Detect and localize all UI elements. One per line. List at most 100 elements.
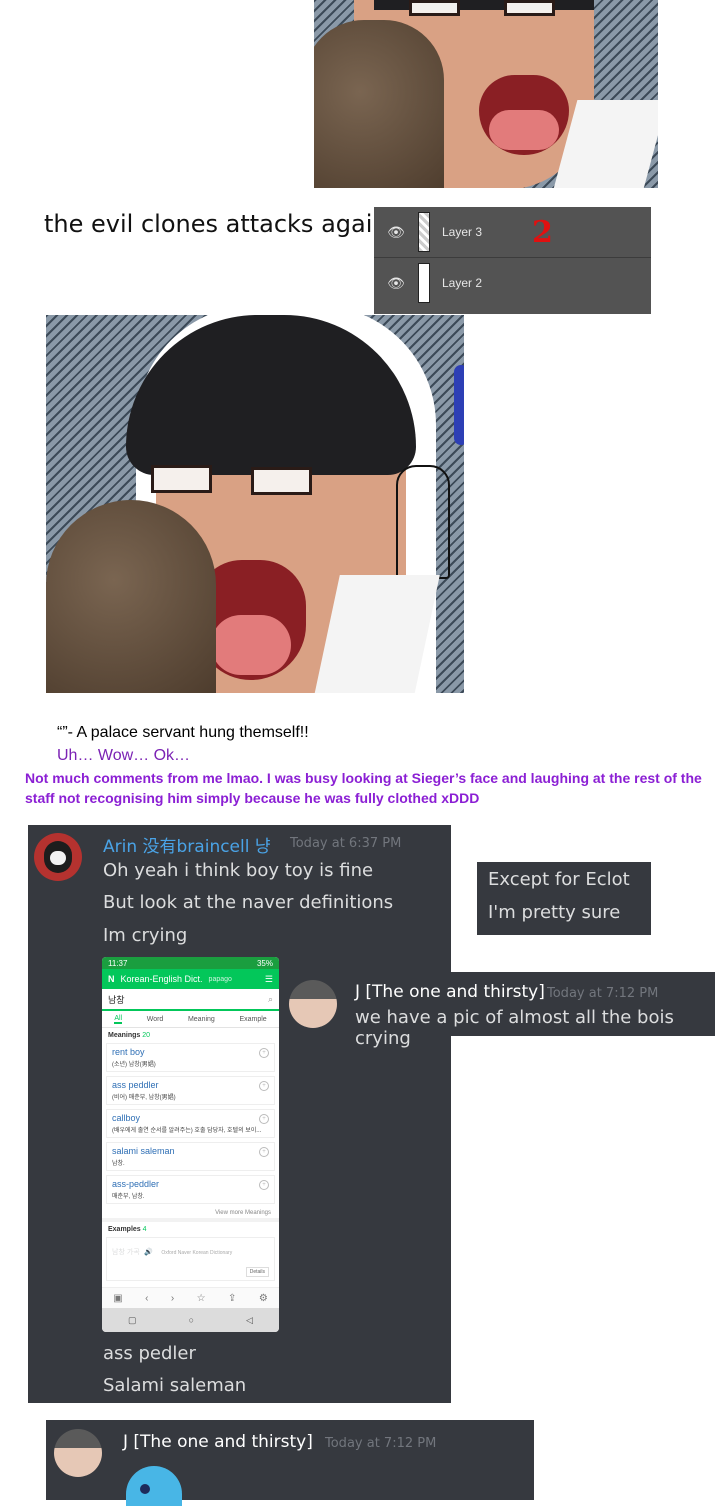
blue-creature-sticker xyxy=(126,1466,182,1506)
meaning-def: (비어) 매춘부, 남창(男娼) xyxy=(112,1095,176,1101)
comment-text: Not much comments from me lmao. I was bu… xyxy=(25,770,702,806)
meaning-def: 남창. xyxy=(112,1161,125,1167)
search-value: 남창 xyxy=(108,994,125,1005)
reaction-text: Uh… Wow… Ok… xyxy=(57,747,191,764)
search-input[interactable]: 남창 ⌕ xyxy=(102,989,279,1011)
meaning-item[interactable]: callboy (배우에게 출연 순서를 알려주는) 호출 담당자, 호텔의 보… xyxy=(106,1109,275,1138)
meaning-word[interactable]: salami saleman xyxy=(112,1146,269,1156)
tongue xyxy=(489,110,559,150)
avatar[interactable] xyxy=(34,833,82,881)
meaning-item[interactable]: rent boy (소년) 남창(男娼) + xyxy=(106,1043,275,1072)
view-more-link[interactable]: View more Meanings xyxy=(102,1208,279,1218)
naver-logo-icon: N xyxy=(108,974,115,984)
meaning-item[interactable]: salami saleman 남창. + xyxy=(106,1142,275,1171)
meaning-word[interactable]: ass peddler xyxy=(112,1080,269,1090)
meaning-word[interactable]: ass-peddler xyxy=(112,1179,269,1189)
share-icon[interactable]: ⇪ xyxy=(228,1293,236,1304)
eye-right xyxy=(251,467,312,495)
star-icon[interactable]: ☆ xyxy=(197,1293,206,1304)
add-icon[interactable]: + xyxy=(259,1081,269,1091)
tongue xyxy=(211,615,291,675)
layer-row[interactable]: 👁 Layer 3 2 xyxy=(374,207,651,258)
message-line: I'm pretty sure xyxy=(488,902,621,923)
message-line: But look at the naver definitions xyxy=(103,892,394,913)
sticker-eye xyxy=(140,1484,150,1494)
app-title: Korean-English Dict. xyxy=(120,974,203,984)
settings-icon[interactable]: ⚙ xyxy=(259,1293,268,1304)
discord-message-fragment: Except for Eclot I'm pretty sure xyxy=(477,862,651,935)
status-time: 11:37 xyxy=(108,958,128,968)
back-icon[interactable]: ‹ xyxy=(145,1293,148,1304)
username[interactable]: Arin 没有braincell 냥 xyxy=(103,832,271,857)
tab-bar: All Word Meaning Example xyxy=(102,1011,279,1028)
layer-thumbnail xyxy=(418,212,430,252)
message-line: we have a pic of almost all the bois cry… xyxy=(355,1007,674,1049)
eye-left xyxy=(409,0,460,16)
penguin-face xyxy=(50,851,66,865)
app-bar: N Korean-English Dict. papago ☰ xyxy=(102,969,279,989)
home-icon[interactable]: ○ xyxy=(189,1315,194,1325)
avatar[interactable] xyxy=(289,980,337,1028)
meaning-item[interactable]: ass-peddler 매춘부, 남창. + xyxy=(106,1175,275,1204)
layers-panel: 👁 Layer 3 2 👁 Layer 2 xyxy=(374,207,651,314)
discord-message-j-sticker: J [The one and thirsty] Today at 7:12 PM xyxy=(46,1420,534,1506)
eye-visibility-icon[interactable]: 👁 xyxy=(374,224,418,241)
add-icon[interactable]: + xyxy=(259,1048,269,1058)
example-item[interactable]: 남창 가곡 🔊 Oxford Naver Korean Dictionary D… xyxy=(106,1237,275,1281)
username[interactable]: J [The one and thirsty] xyxy=(355,982,545,1002)
tab-meaning[interactable]: Meaning xyxy=(188,1016,215,1023)
meaning-word[interactable]: rent boy xyxy=(112,1047,269,1057)
layer-row[interactable]: 👁 Layer 2 xyxy=(374,258,651,308)
comic-panel-main xyxy=(46,315,464,693)
avatar[interactable] xyxy=(54,1429,102,1477)
eye-left xyxy=(151,465,212,493)
status-battery: 35% xyxy=(256,958,273,968)
discord-message-j: J [The one and thirsty] Today at 7:12 PM… xyxy=(280,972,715,1049)
blue-shape xyxy=(454,365,464,445)
eye-visibility-icon[interactable]: 👁 xyxy=(374,275,418,292)
timestamp: Today at 7:12 PM xyxy=(325,1436,437,1451)
app-brand: papago xyxy=(208,975,232,983)
message-line: Im crying xyxy=(103,925,188,946)
meanings-count: 20 xyxy=(142,1032,151,1039)
details-button[interactable]: Details xyxy=(245,1267,269,1277)
add-icon[interactable]: + xyxy=(259,1180,269,1190)
speaker-icon[interactable]: 🔊 xyxy=(144,1249,153,1256)
back-nav-icon[interactable]: ◁ xyxy=(246,1315,253,1326)
tab-word[interactable]: Word xyxy=(147,1016,164,1023)
examples-title: Examples xyxy=(108,1226,141,1233)
browser-toolbar: ▣ ‹ › ☆ ⇪ ⚙ xyxy=(102,1287,279,1308)
layer-thumbnail xyxy=(418,263,430,303)
meaning-item[interactable]: ass peddler (비어) 매춘부, 남창(男娼) + xyxy=(106,1076,275,1105)
forward-icon[interactable]: › xyxy=(171,1293,174,1304)
message-line: Except for Eclot xyxy=(488,869,630,890)
meaning-def: (소년) 남창(男娼) xyxy=(112,1062,156,1068)
message-line: Salami saleman xyxy=(103,1375,247,1396)
phone-screenshot[interactable]: 11:37 35% N Korean-English Dict. papago … xyxy=(102,957,279,1332)
shoulder-blob xyxy=(314,20,444,188)
tab-all[interactable]: All xyxy=(114,1015,123,1024)
add-icon[interactable]: + xyxy=(259,1114,269,1124)
examples-count: 4 xyxy=(142,1226,147,1233)
search-icon[interactable]: ⌕ xyxy=(268,994,273,1005)
meaning-def: 매춘부, 남창. xyxy=(112,1194,145,1200)
caption-evil-clones: the evil clones attacks again xyxy=(44,210,388,238)
meaning-word[interactable]: callboy xyxy=(112,1113,269,1123)
layer-name[interactable]: Layer 3 xyxy=(442,225,482,239)
status-bar: 11:37 35% xyxy=(102,957,279,969)
layer-name[interactable]: Layer 2 xyxy=(442,276,482,290)
red-annotation: 2 xyxy=(532,214,553,250)
recents-icon[interactable]: ▢ xyxy=(128,1315,137,1326)
message-line: Oh yeah i think boy toy is fine xyxy=(103,860,374,881)
add-icon[interactable]: + xyxy=(259,1147,269,1157)
meanings-header: Meanings 20 xyxy=(102,1028,279,1043)
example-text: 남창 가곡 xyxy=(112,1249,140,1256)
tab-example[interactable]: Example xyxy=(239,1016,266,1023)
username[interactable]: J [The one and thirsty] xyxy=(123,1432,313,1452)
dict-icon[interactable]: ▣ xyxy=(113,1293,122,1304)
menu-icon[interactable]: ☰ xyxy=(265,974,273,985)
comic-panel-top xyxy=(314,0,658,188)
timestamp: Today at 7:12 PM xyxy=(547,986,659,1001)
hair xyxy=(374,0,594,10)
meaning-def: (배우에게 출연 순서를 알려주는) 호출 담당자, 호텔의 보이... xyxy=(112,1128,262,1134)
